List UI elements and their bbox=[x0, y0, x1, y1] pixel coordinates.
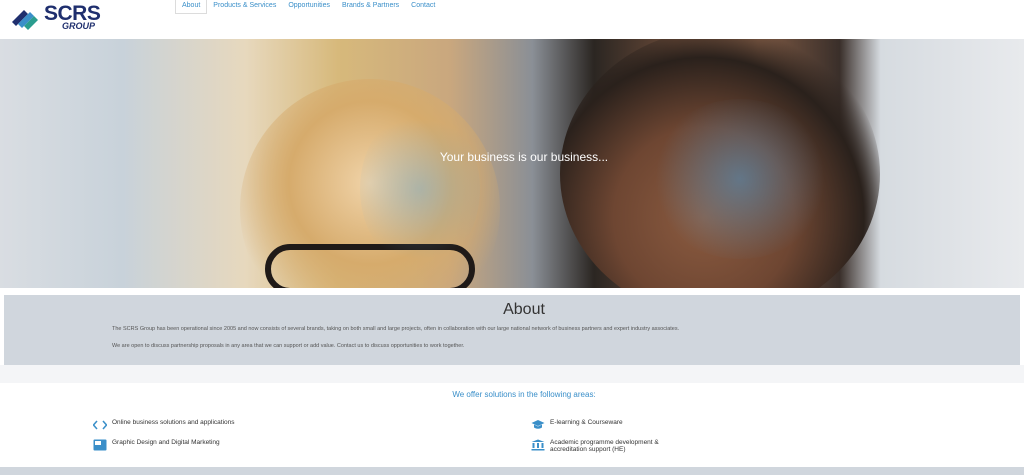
logo[interactable]: SCRS GROUP bbox=[10, 2, 120, 32]
about-paragraph-2: We are open to discuss partnership propo… bbox=[112, 343, 465, 349]
site-header: SCRS GROUP About Products & Services Opp… bbox=[0, 0, 1024, 38]
service-academic: Academic programme development & accredi… bbox=[531, 439, 659, 453]
hero-banner: Your business is our business... bbox=[0, 39, 1024, 288]
hero-photo-overlay-2 bbox=[360, 109, 480, 269]
hero-title: Your business is our business... bbox=[439, 150, 609, 164]
service-label: E-learning & Courseware bbox=[550, 419, 623, 426]
nav-item-contact[interactable]: Contact bbox=[405, 0, 441, 14]
about-title: About bbox=[503, 301, 545, 318]
about-paragraph-1: The SCRS Group has been operational sinc… bbox=[112, 326, 680, 332]
service-label: Graphic Design and Digital Marketing bbox=[112, 439, 220, 446]
monitor-icon bbox=[93, 439, 107, 451]
service-label-line-1: Academic programme development & bbox=[550, 439, 659, 446]
hero-photo-overlay bbox=[650, 99, 830, 259]
nav-item-opportunities[interactable]: Opportunities bbox=[282, 0, 336, 14]
nav-item-products-services[interactable]: Products & Services bbox=[207, 0, 282, 14]
logo-mark-icon bbox=[12, 10, 38, 30]
service-elearning: E-learning & Courseware bbox=[531, 419, 623, 431]
section-divider bbox=[0, 365, 1024, 383]
code-icon bbox=[93, 419, 107, 431]
service-graphic-design: Graphic Design and Digital Marketing bbox=[93, 439, 220, 451]
service-label: Online business solutions and applicatio… bbox=[112, 419, 235, 426]
about-section: About The SCRS Group has been operationa… bbox=[4, 295, 1020, 365]
main-nav: About Products & Services Opportunities … bbox=[175, 0, 441, 14]
service-online-business: Online business solutions and applicatio… bbox=[93, 419, 235, 431]
service-label-line-2: accreditation support (HE) bbox=[550, 446, 626, 453]
institution-icon bbox=[531, 439, 545, 451]
service-label: Academic programme development & accredi… bbox=[550, 439, 659, 453]
graduation-cap-icon bbox=[531, 419, 545, 431]
nav-item-about[interactable]: About bbox=[175, 0, 208, 14]
logo-subtext: GROUP bbox=[62, 21, 96, 31]
nav-item-brands-partners[interactable]: Brands & Partners bbox=[336, 0, 405, 14]
footer-band bbox=[0, 467, 1024, 475]
offer-title: We offer solutions in the following area… bbox=[452, 390, 596, 399]
